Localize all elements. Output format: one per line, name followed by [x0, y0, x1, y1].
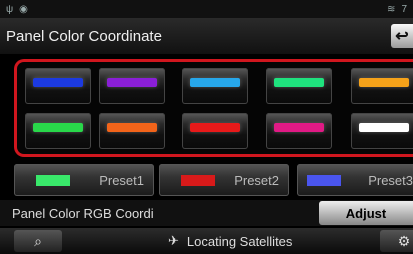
gps-status: ✈ Locating Satellites [168, 233, 292, 249]
color-bar [190, 78, 240, 87]
preset2-chip [181, 174, 215, 186]
color-swatch-4[interactable] [266, 68, 332, 104]
color-swatch-8[interactable] [182, 113, 248, 149]
wifi-icon: ≋ [387, 3, 396, 15]
preset3-button[interactable]: Preset3 [297, 164, 413, 196]
return-icon: ↩ [395, 28, 409, 45]
color-bar [33, 78, 83, 87]
status-bar: ψ ◉ ≋ 7 [0, 0, 413, 18]
color-swatch-2[interactable] [99, 68, 165, 104]
adjust-button[interactable]: Adjust [319, 201, 413, 225]
status-value: 7 [401, 3, 407, 15]
settings-button[interactable]: ⚙ [380, 230, 413, 252]
gps-status-text: Locating Satellites [186, 233, 293, 249]
color-bar [359, 78, 409, 87]
color-swatch-5[interactable] [351, 68, 413, 104]
preset2-label: Preset2 [234, 172, 279, 188]
swatch-panel [14, 59, 413, 157]
color-bar [274, 78, 324, 87]
preset-row: Preset1 Preset2 Preset3 [0, 162, 413, 198]
camera-search-icon: ⌕ [34, 232, 42, 249]
back-button[interactable]: ↩ [391, 24, 413, 48]
preset2-button[interactable]: Preset2 [159, 164, 289, 196]
title-bar: Panel Color Coordinate ↩ [0, 18, 413, 54]
gear-icon: ⚙ [397, 232, 411, 249]
color-bar [107, 123, 157, 132]
color-bar [359, 123, 409, 132]
preset3-label: Preset3 [368, 172, 413, 188]
color-bar [274, 123, 324, 132]
page-title: Panel Color Coordinate [6, 27, 162, 45]
preset1-chip [36, 174, 70, 186]
color-bar [33, 123, 83, 132]
color-swatch-3[interactable] [182, 68, 248, 104]
color-swatch-7[interactable] [99, 113, 165, 149]
color-bar [107, 78, 157, 87]
color-swatch-9[interactable] [266, 113, 332, 149]
preset3-chip [307, 174, 341, 186]
color-swatch-10[interactable] [351, 113, 413, 149]
color-swatch-1[interactable] [25, 68, 91, 104]
signal-icon: ψ [6, 3, 14, 15]
location-icon: ◉ [19, 3, 28, 15]
preset1-button[interactable]: Preset1 [14, 164, 154, 196]
bottom-bar: ⌕ ✈ Locating Satellites ⚙ [0, 228, 413, 254]
camera-search-button[interactable]: ⌕ [14, 230, 62, 252]
color-bar [190, 123, 240, 132]
satellite-icon: ✈ [168, 233, 179, 248]
color-swatch-6[interactable] [25, 113, 91, 149]
preset1-label: Preset1 [99, 172, 144, 188]
rgb-label: Panel Color RGB Coordi [12, 205, 154, 221]
